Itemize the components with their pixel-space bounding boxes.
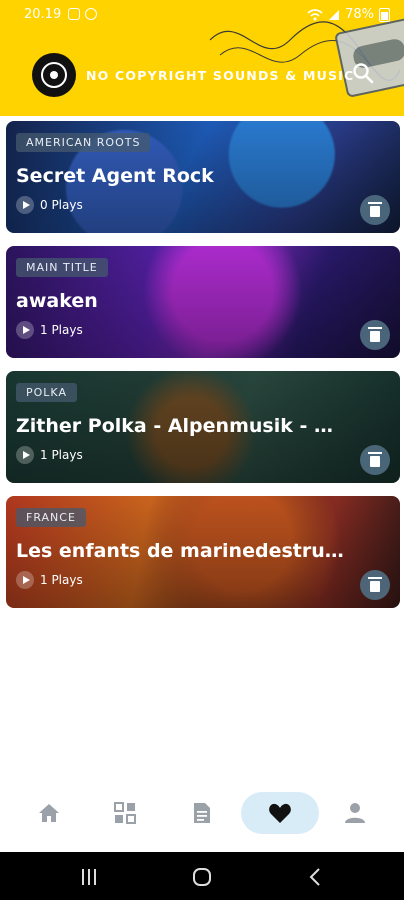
status-right: 78% xyxy=(307,7,390,22)
play-count: 0 Plays xyxy=(16,196,83,214)
track-card[interactable]: POLKA Zither Polka - Alpenmusik - Mus...… xyxy=(6,371,400,483)
track-card[interactable]: AMERICAN ROOTS Secret Agent Rock 0 Plays xyxy=(6,121,400,233)
play-icon[interactable] xyxy=(16,321,34,339)
document-icon xyxy=(194,803,210,823)
track-title: Zither Polka - Alpenmusik - Mus... xyxy=(16,415,346,437)
app-header: 20.19 78% NO COPYRIGHT SOUNDS & MUSIC xyxy=(0,0,404,116)
battery-icon xyxy=(379,7,390,22)
trash-icon xyxy=(368,452,382,467)
track-title: Secret Agent Rock xyxy=(16,165,214,187)
home-icon xyxy=(39,804,59,822)
back-icon[interactable] xyxy=(305,866,327,888)
track-list: AMERICAN ROOTS Secret Agent Rock 0 Plays… xyxy=(6,121,400,621)
play-count-label: 1 Plays xyxy=(40,323,83,337)
delete-button[interactable] xyxy=(360,320,390,350)
trash-icon xyxy=(368,577,382,592)
home-system-icon[interactable] xyxy=(191,866,213,888)
signal-icon xyxy=(329,9,340,20)
app-title: NO COPYRIGHT SOUNDS & MUSIC xyxy=(86,68,355,83)
play-count: 1 Plays xyxy=(16,446,83,464)
bottom-nav xyxy=(0,788,404,840)
play-icon[interactable] xyxy=(16,196,34,214)
status-time: 20.19 xyxy=(24,7,62,22)
nav-home[interactable] xyxy=(20,792,78,834)
delete-button[interactable] xyxy=(360,570,390,600)
nav-documents[interactable] xyxy=(173,792,231,834)
track-card[interactable]: FRANCE Les enfants de marinedestructi...… xyxy=(6,496,400,608)
grid-icon xyxy=(114,802,136,824)
genre-tag: FRANCE xyxy=(16,508,86,527)
search-icon[interactable] xyxy=(352,62,374,84)
play-count: 1 Plays xyxy=(16,571,83,589)
app-notification-icon xyxy=(85,8,97,20)
status-bar: 20.19 78% xyxy=(0,0,404,30)
nav-profile[interactable] xyxy=(326,792,384,834)
genre-tag: POLKA xyxy=(16,383,77,402)
play-count: 1 Plays xyxy=(16,321,83,339)
genre-tag: MAIN TITLE xyxy=(16,258,108,277)
play-icon[interactable] xyxy=(16,571,34,589)
wifi-icon xyxy=(307,8,323,20)
nav-favorites[interactable] xyxy=(241,792,319,834)
play-icon[interactable] xyxy=(16,446,34,464)
genre-tag: AMERICAN ROOTS xyxy=(16,133,151,152)
delete-button[interactable] xyxy=(360,195,390,225)
track-card[interactable]: MAIN TITLE awaken 1 Plays xyxy=(6,246,400,358)
trash-icon xyxy=(368,202,382,217)
system-nav-bar xyxy=(0,852,404,900)
play-count-label: 1 Plays xyxy=(40,573,83,587)
recents-icon[interactable] xyxy=(78,866,100,888)
nav-categories[interactable] xyxy=(96,792,154,834)
track-title: Les enfants de marinedestructi... xyxy=(16,540,346,562)
app-logo xyxy=(32,53,76,97)
user-icon xyxy=(345,803,365,823)
battery-percent: 78% xyxy=(345,7,374,22)
heart-icon xyxy=(269,803,291,823)
trash-icon xyxy=(368,327,382,342)
notification-icons xyxy=(68,8,97,20)
gallery-notification-icon xyxy=(68,8,80,20)
play-count-label: 1 Plays xyxy=(40,448,83,462)
delete-button[interactable] xyxy=(360,445,390,475)
track-title: awaken xyxy=(16,290,98,312)
play-count-label: 0 Plays xyxy=(40,198,83,212)
